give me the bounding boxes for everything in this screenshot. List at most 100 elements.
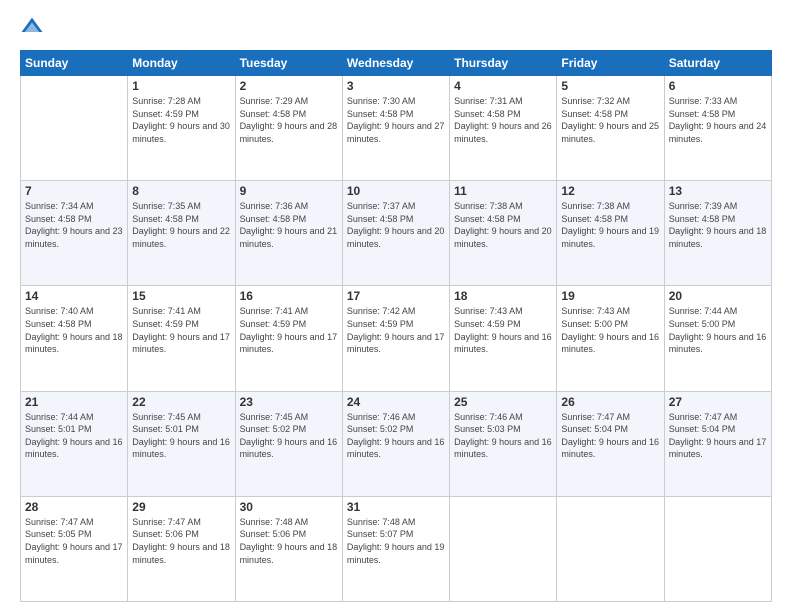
weekday-header-sunday: Sunday [21, 51, 128, 76]
day-number: 12 [561, 184, 659, 198]
cell-info: Sunrise: 7:38 AMSunset: 4:58 PMDaylight:… [454, 200, 552, 250]
calendar-cell: 5 Sunrise: 7:32 AMSunset: 4:58 PMDaylight… [557, 76, 664, 181]
cell-info: Sunrise: 7:40 AMSunset: 4:58 PMDaylight:… [25, 305, 123, 355]
day-number: 17 [347, 289, 445, 303]
calendar-cell: 18 Sunrise: 7:43 AMSunset: 4:59 PMDayligh… [450, 286, 557, 391]
cell-info: Sunrise: 7:46 AMSunset: 5:02 PMDaylight:… [347, 411, 445, 461]
calendar-cell: 11 Sunrise: 7:38 AMSunset: 4:58 PMDayligh… [450, 181, 557, 286]
cell-info: Sunrise: 7:33 AMSunset: 4:58 PMDaylight:… [669, 95, 767, 145]
calendar-table: SundayMondayTuesdayWednesdayThursdayFrid… [20, 50, 772, 602]
cell-info: Sunrise: 7:43 AMSunset: 5:00 PMDaylight:… [561, 305, 659, 355]
cell-info: Sunrise: 7:46 AMSunset: 5:03 PMDaylight:… [454, 411, 552, 461]
day-number: 19 [561, 289, 659, 303]
weekday-header-tuesday: Tuesday [235, 51, 342, 76]
cell-info: Sunrise: 7:39 AMSunset: 4:58 PMDaylight:… [669, 200, 767, 250]
weekday-header-thursday: Thursday [450, 51, 557, 76]
calendar-cell: 10Sunrise: 7:37 AMSunset: 4:58 PMDayligh… [342, 181, 449, 286]
calendar-cell: 26Sunrise: 7:47 AMSunset: 5:04 PMDayligh… [557, 391, 664, 496]
cell-info: Sunrise: 7:44 AMSunset: 5:00 PMDaylight:… [669, 305, 767, 355]
header [20, 16, 772, 40]
day-number: 3 [347, 79, 445, 93]
day-number: 20 [669, 289, 767, 303]
day-number: 11 [454, 184, 552, 198]
calendar-cell: 4 Sunrise: 7:31 AMSunset: 4:58 PMDaylight… [450, 76, 557, 181]
cell-info: Sunrise: 7:35 AMSunset: 4:58 PMDaylight:… [132, 200, 230, 250]
calendar-cell: 20 Sunrise: 7:44 AMSunset: 5:00 PMDayligh… [664, 286, 771, 391]
calendar-cell: 21 Sunrise: 7:44 AMSunset: 5:01 PMDayligh… [21, 391, 128, 496]
calendar-cell: 3Sunrise: 7:30 AMSunset: 4:58 PMDaylight… [342, 76, 449, 181]
cell-info: Sunrise: 7:32 AMSunset: 4:58 PMDaylight:… [561, 95, 659, 145]
calendar-cell: 25 Sunrise: 7:46 AMSunset: 5:03 PMDayligh… [450, 391, 557, 496]
day-number: 29 [132, 500, 230, 514]
day-number: 22 [132, 395, 230, 409]
day-number: 2 [240, 79, 338, 93]
cell-info: Sunrise: 7:47 AMSunset: 5:04 PMDaylight:… [669, 411, 767, 461]
calendar-cell: 27Sunrise: 7:47 AMSunset: 5:04 PMDayligh… [664, 391, 771, 496]
day-number: 28 [25, 500, 123, 514]
calendar-cell: 30 Sunrise: 7:48 AMSunset: 5:06 PMDayligh… [235, 496, 342, 601]
cell-info: Sunrise: 7:45 AMSunset: 5:01 PMDaylight:… [132, 411, 230, 461]
cell-info: Sunrise: 7:43 AMSunset: 4:59 PMDaylight:… [454, 305, 552, 355]
cell-info: Sunrise: 7:42 AMSunset: 4:59 PMDaylight:… [347, 305, 445, 355]
calendar-cell: 24 Sunrise: 7:46 AMSunset: 5:02 PMDayligh… [342, 391, 449, 496]
logo [20, 16, 48, 40]
calendar-cell: 8 Sunrise: 7:35 AMSunset: 4:58 PMDaylight… [128, 181, 235, 286]
day-number: 4 [454, 79, 552, 93]
cell-info: Sunrise: 7:45 AMSunset: 5:02 PMDaylight:… [240, 411, 338, 461]
cell-info: Sunrise: 7:41 AMSunset: 4:59 PMDaylight:… [240, 305, 338, 355]
cell-info: Sunrise: 7:36 AMSunset: 4:58 PMDaylight:… [240, 200, 338, 250]
cell-info: Sunrise: 7:44 AMSunset: 5:01 PMDaylight:… [25, 411, 123, 461]
calendar-week-5: 28 Sunrise: 7:47 AMSunset: 5:05 PMDayligh… [21, 496, 772, 601]
weekday-header-monday: Monday [128, 51, 235, 76]
day-number: 9 [240, 184, 338, 198]
calendar-cell: 12 Sunrise: 7:38 AMSunset: 4:58 PMDayligh… [557, 181, 664, 286]
cell-info: Sunrise: 7:41 AMSunset: 4:59 PMDaylight:… [132, 305, 230, 355]
calendar-cell [557, 496, 664, 601]
calendar-cell: 23 Sunrise: 7:45 AMSunset: 5:02 PMDayligh… [235, 391, 342, 496]
weekday-header-saturday: Saturday [664, 51, 771, 76]
day-number: 14 [25, 289, 123, 303]
calendar-cell: 16 Sunrise: 7:41 AMSunset: 4:59 PMDayligh… [235, 286, 342, 391]
cell-info: Sunrise: 7:34 AMSunset: 4:58 PMDaylight:… [25, 200, 123, 250]
calendar-cell: 22 Sunrise: 7:45 AMSunset: 5:01 PMDayligh… [128, 391, 235, 496]
day-number: 6 [669, 79, 767, 93]
calendar-cell: 15 Sunrise: 7:41 AMSunset: 4:59 PMDayligh… [128, 286, 235, 391]
day-number: 8 [132, 184, 230, 198]
calendar-week-4: 21 Sunrise: 7:44 AMSunset: 5:01 PMDayligh… [21, 391, 772, 496]
weekday-header-row: SundayMondayTuesdayWednesdayThursdayFrid… [21, 51, 772, 76]
calendar-cell: 17 Sunrise: 7:42 AMSunset: 4:59 PMDayligh… [342, 286, 449, 391]
cell-info: Sunrise: 7:47 AMSunset: 5:05 PMDaylight:… [25, 516, 123, 566]
cell-info: Sunrise: 7:29 AMSunset: 4:58 PMDaylight:… [240, 95, 338, 145]
day-number: 18 [454, 289, 552, 303]
day-number: 21 [25, 395, 123, 409]
day-number: 16 [240, 289, 338, 303]
cell-info: Sunrise: 7:47 AMSunset: 5:06 PMDaylight:… [132, 516, 230, 566]
calendar-week-2: 7 Sunrise: 7:34 AMSunset: 4:58 PMDaylight… [21, 181, 772, 286]
day-number: 10 [347, 184, 445, 198]
cell-info: Sunrise: 7:31 AMSunset: 4:58 PMDaylight:… [454, 95, 552, 145]
day-number: 15 [132, 289, 230, 303]
day-number: 30 [240, 500, 338, 514]
day-number: 5 [561, 79, 659, 93]
cell-info: Sunrise: 7:38 AMSunset: 4:58 PMDaylight:… [561, 200, 659, 250]
page: SundayMondayTuesdayWednesdayThursdayFrid… [0, 0, 792, 612]
cell-info: Sunrise: 7:48 AMSunset: 5:06 PMDaylight:… [240, 516, 338, 566]
day-number: 7 [25, 184, 123, 198]
calendar-cell: 31Sunrise: 7:48 AMSunset: 5:07 PMDayligh… [342, 496, 449, 601]
calendar-week-1: 1Sunrise: 7:28 AMSunset: 4:59 PMDaylight… [21, 76, 772, 181]
calendar-cell [450, 496, 557, 601]
weekday-header-friday: Friday [557, 51, 664, 76]
calendar-cell: 29 Sunrise: 7:47 AMSunset: 5:06 PMDayligh… [128, 496, 235, 601]
cell-info: Sunrise: 7:47 AMSunset: 5:04 PMDaylight:… [561, 411, 659, 461]
day-number: 23 [240, 395, 338, 409]
day-number: 25 [454, 395, 552, 409]
calendar-cell: 2 Sunrise: 7:29 AMSunset: 4:58 PMDaylight… [235, 76, 342, 181]
calendar-cell: 1Sunrise: 7:28 AMSunset: 4:59 PMDaylight… [128, 76, 235, 181]
calendar-week-3: 14 Sunrise: 7:40 AMSunset: 4:58 PMDayligh… [21, 286, 772, 391]
day-number: 24 [347, 395, 445, 409]
calendar-cell [21, 76, 128, 181]
day-number: 1 [132, 79, 230, 93]
calendar-cell [664, 496, 771, 601]
calendar-cell: 28 Sunrise: 7:47 AMSunset: 5:05 PMDayligh… [21, 496, 128, 601]
day-number: 31 [347, 500, 445, 514]
